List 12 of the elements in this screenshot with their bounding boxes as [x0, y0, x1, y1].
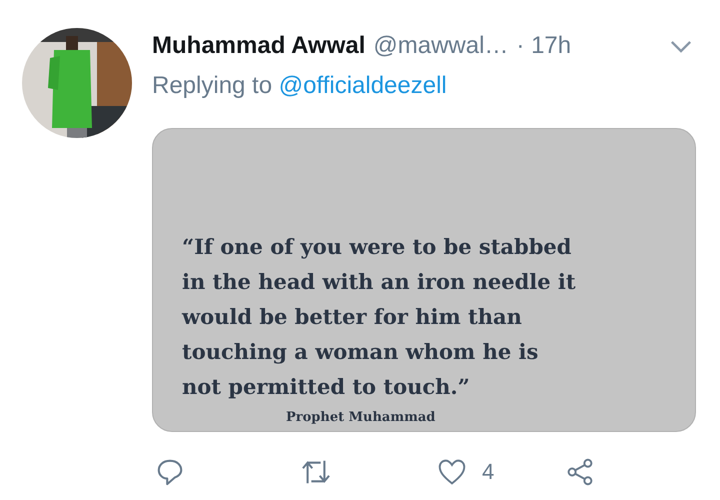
tweet-time: · 17h	[516, 32, 572, 60]
share-icon[interactable]	[566, 458, 594, 486]
author-name[interactable]: Muhammad Awwal	[152, 32, 366, 60]
chevron-icon[interactable]	[670, 40, 692, 52]
quote-attribution: Prophet Muhammad	[286, 410, 436, 425]
like-count: 4	[482, 459, 494, 485]
reply-icon[interactable]	[156, 458, 184, 486]
heart-icon[interactable]	[438, 458, 466, 486]
retweet-icon[interactable]	[300, 458, 332, 486]
quote-text: “If one of you were to be stabbed in the head with an iron needle it would be better for him than touching a woman whom he is not permitted to touch.”	[182, 233, 577, 401]
author-handle: @mawwal…	[373, 32, 508, 60]
reply-label: Replying to	[152, 72, 272, 99]
